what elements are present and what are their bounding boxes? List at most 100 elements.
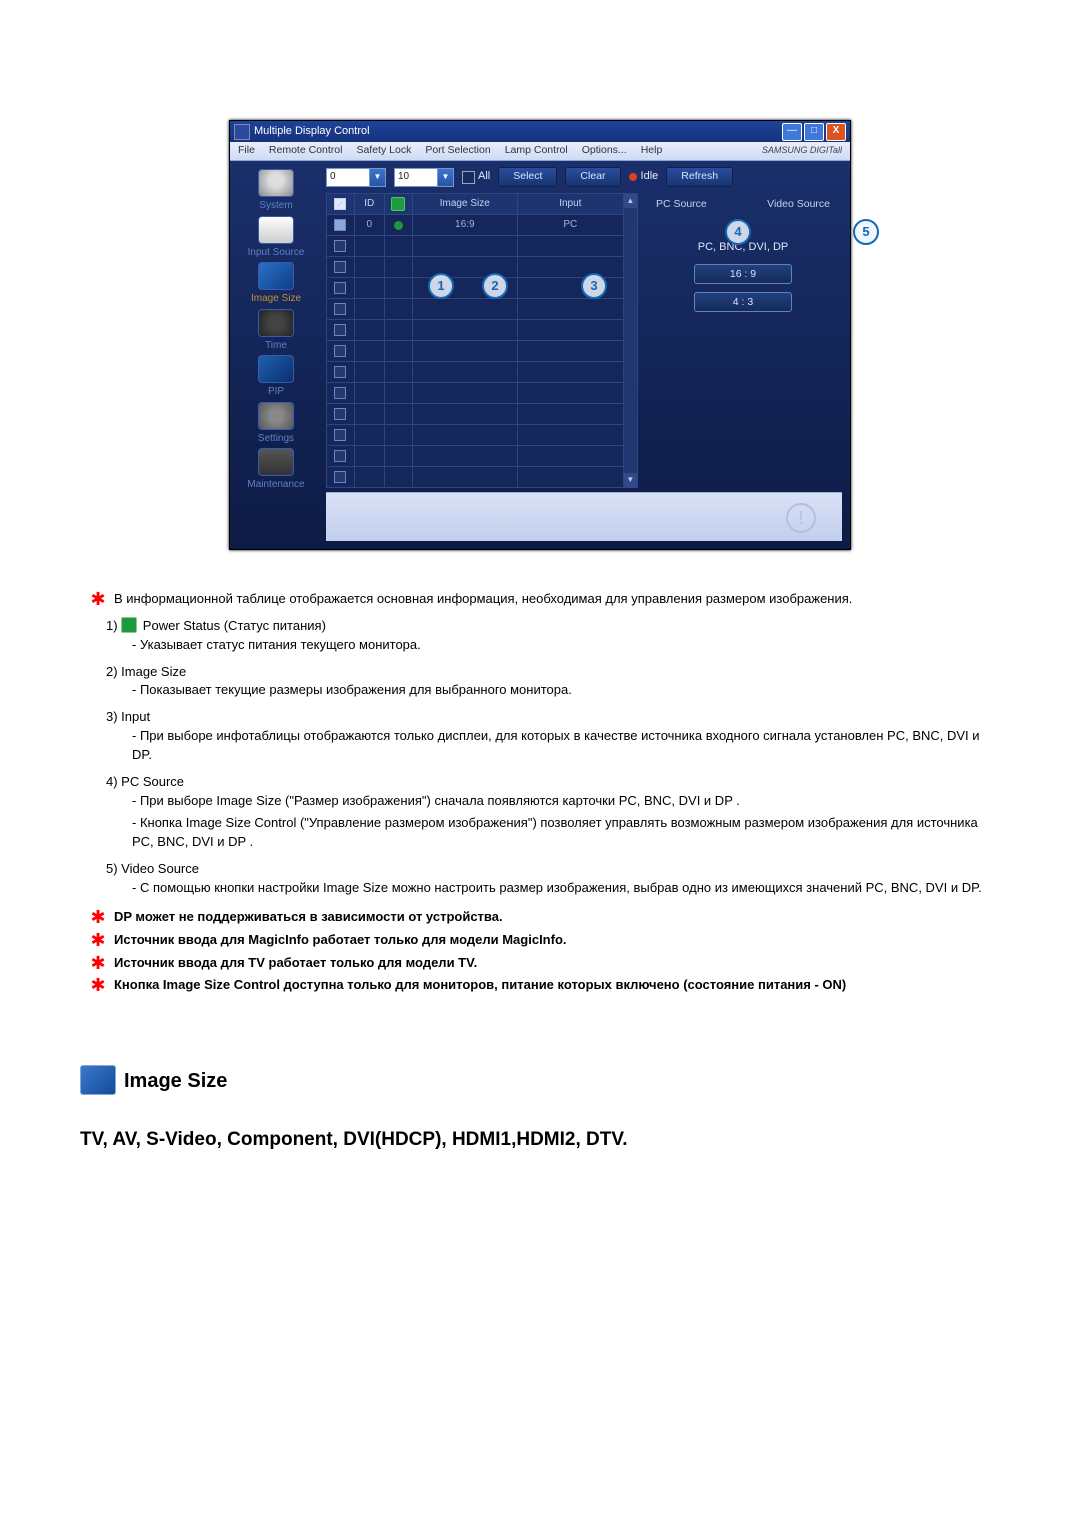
- menu-safety[interactable]: Safety Lock: [352, 143, 415, 158]
- menu-help[interactable]: Help: [637, 143, 667, 158]
- scroll-up-icon[interactable]: ▲: [624, 194, 637, 208]
- image-size-header: Image Size: [412, 194, 518, 215]
- note-2: Источник ввода для MagicInfo работает то…: [114, 931, 567, 950]
- close-button[interactable]: X: [826, 123, 846, 141]
- sidebar-label: Input Source: [248, 246, 305, 261]
- table-row: [327, 467, 624, 488]
- chevron-down-icon: ▼: [370, 168, 386, 187]
- callout-1: 1: [428, 273, 454, 299]
- chk-header[interactable]: ✓: [327, 194, 355, 215]
- power-status-icon: [121, 617, 137, 633]
- sidebar: System Input Source Image Size Time PIP …: [230, 161, 322, 549]
- table-row: [327, 257, 624, 278]
- all-label: All: [478, 169, 490, 185]
- table-row: [327, 383, 624, 404]
- refresh-button[interactable]: Refresh: [666, 167, 733, 187]
- sidebar-label: Image Size: [251, 292, 301, 307]
- idle-label: Idle: [641, 169, 659, 185]
- row-checkbox[interactable]: [334, 219, 346, 231]
- brand-logo: SAMSUNG DIGITall: [758, 144, 846, 157]
- aspect-16-9-button[interactable]: 16 : 9: [694, 264, 792, 284]
- item3-title: 3) Input: [90, 708, 990, 727]
- sidebar-item-pip[interactable]: PIP: [258, 355, 294, 400]
- sidebar-item-settings[interactable]: Settings: [258, 402, 294, 447]
- menu-options[interactable]: Options...: [578, 143, 631, 158]
- menu-remote[interactable]: Remote Control: [265, 143, 347, 158]
- sidebar-label: Maintenance: [247, 478, 304, 493]
- app-icon: [234, 124, 250, 140]
- sidebar-item-system[interactable]: System: [258, 169, 294, 214]
- video-source-tab[interactable]: Video Source: [767, 197, 830, 212]
- table-row: [327, 425, 624, 446]
- range-end-combo[interactable]: 10▼: [394, 168, 454, 187]
- range-start-combo[interactable]: 0▼: [326, 168, 386, 187]
- sidebar-item-maintenance[interactable]: Maintenance: [247, 448, 304, 493]
- display-table: ✓ ID Image Size Input 0 16:9 PC: [326, 193, 624, 488]
- pc-source-tab[interactable]: PC Source: [656, 197, 707, 212]
- section-subheading: TV, AV, S-Video, Component, DVI(HDCP), H…: [80, 1126, 1020, 1154]
- section-title: Image Size: [124, 1070, 227, 1092]
- select-button[interactable]: Select: [498, 167, 557, 187]
- item1-title: Power Status (Статус питания): [143, 618, 326, 633]
- callout-2: 2: [482, 273, 508, 299]
- callout-5: 5: [853, 219, 879, 245]
- table-row: [327, 404, 624, 425]
- table-row: [327, 278, 624, 299]
- menu-port[interactable]: Port Selection: [421, 143, 494, 158]
- clear-button[interactable]: Clear: [565, 167, 620, 187]
- attention-icon: !: [786, 503, 816, 533]
- section-heading: Image Size: [80, 1065, 1020, 1096]
- callout-4: 4: [725, 219, 751, 245]
- settings-icon: [258, 402, 294, 430]
- power-status-header: [384, 194, 412, 215]
- all-checkbox[interactable]: All: [462, 169, 490, 185]
- star-icon: ✱: [90, 590, 106, 608]
- note-4: Кнопка Image Size Control доступна тольк…: [114, 976, 846, 995]
- sidebar-label: Time: [265, 339, 287, 354]
- title-bar: Multiple Display Control — □ X: [230, 121, 850, 142]
- star-icon: ✱: [90, 954, 106, 972]
- item3-desc: - При выборе инфотаблицы отображаются то…: [90, 727, 990, 765]
- menu-file[interactable]: File: [234, 143, 259, 158]
- status-bar: !: [326, 492, 842, 541]
- toolbar: 0▼ 10▼ All Select Clear Idle Refresh: [326, 167, 842, 187]
- scroll-down-icon[interactable]: ▼: [624, 473, 637, 487]
- sidebar-label: System: [259, 199, 292, 214]
- table-row: [327, 362, 624, 383]
- minimize-button[interactable]: —: [782, 123, 802, 141]
- status-dot-icon: [629, 173, 637, 181]
- note-1: DP может не поддерживаться в зависимости…: [114, 908, 503, 927]
- star-icon: ✱: [90, 976, 106, 994]
- sidebar-item-image-size[interactable]: Image Size: [251, 262, 301, 307]
- sidebar-item-input[interactable]: Input Source: [248, 216, 305, 261]
- star-icon: ✱: [90, 931, 106, 949]
- item5-desc: - С помощью кнопки настройки Image Size …: [90, 879, 990, 898]
- power-status-icon: [391, 197, 405, 211]
- sidebar-item-time[interactable]: Time: [258, 309, 294, 354]
- power-icon: [258, 169, 294, 197]
- app-screenshot: Multiple Display Control — □ X File Remo…: [229, 120, 851, 550]
- intro-text: В информационной таблице отображается ос…: [114, 590, 852, 609]
- input-icon: [258, 216, 294, 244]
- description: ✱ В информационной таблице отображается о…: [90, 590, 990, 995]
- item4-desc2: - Кнопка Image Size Control ("Управление…: [90, 814, 990, 852]
- input-header: Input: [518, 194, 624, 215]
- table-row: [327, 320, 624, 341]
- scrollbar[interactable]: ▲ ▼: [624, 193, 638, 488]
- star-icon: ✱: [90, 908, 106, 926]
- menu-lamp[interactable]: Lamp Control: [501, 143, 572, 158]
- table-row[interactable]: 0 16:9 PC: [327, 215, 624, 236]
- sidebar-label: PIP: [268, 385, 284, 400]
- aspect-4-3-button[interactable]: 4 : 3: [694, 292, 792, 312]
- row-id: 0: [354, 215, 384, 236]
- item1-num: 1): [106, 618, 121, 633]
- pip-icon: [258, 355, 294, 383]
- table-row: [327, 446, 624, 467]
- window-title: Multiple Display Control: [254, 124, 370, 140]
- table-row: [327, 236, 624, 257]
- callout-3: 3: [581, 273, 607, 299]
- maintenance-icon: [258, 448, 294, 476]
- item4-title: 4) PC Source: [90, 773, 990, 792]
- maximize-button[interactable]: □: [804, 123, 824, 141]
- time-icon: [258, 309, 294, 337]
